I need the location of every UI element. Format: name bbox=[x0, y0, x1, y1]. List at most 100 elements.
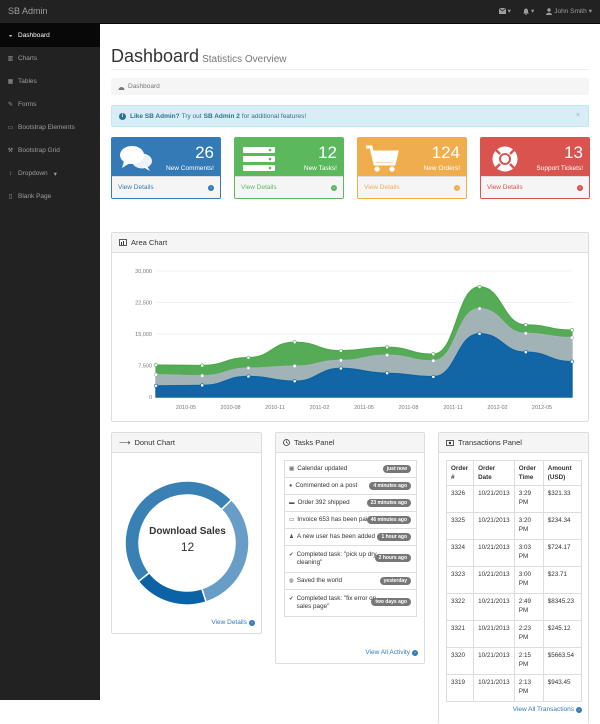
view-details-link[interactable]: View Details › bbox=[112, 176, 220, 198]
bar-chart-icon bbox=[119, 239, 127, 246]
caret-icon: ▾ bbox=[507, 8, 511, 15]
view-all-activity-link[interactable]: View All Activity › bbox=[365, 649, 418, 656]
x-tick-label: 2012-02 bbox=[487, 405, 507, 411]
view-details-label: View Details bbox=[241, 184, 277, 191]
data-point[interactable] bbox=[477, 284, 482, 289]
data-point[interactable] bbox=[246, 374, 251, 379]
task-text: Order 392 shipped bbox=[297, 499, 350, 506]
table-row[interactable]: 3319 10/21/2013 2:13 PM $943.45 bbox=[445, 674, 583, 702]
data-point[interactable] bbox=[570, 359, 574, 364]
data-point[interactable] bbox=[570, 335, 574, 340]
sidebar-item-charts[interactable]: ▥ Charts bbox=[0, 47, 100, 70]
view-all-transactions-link[interactable]: View All Transactions › bbox=[513, 706, 582, 713]
data-point[interactable] bbox=[338, 348, 343, 353]
table-row[interactable]: 3321 10/21/2013 2:23 PM $245.12 bbox=[445, 620, 583, 648]
data-point[interactable] bbox=[338, 358, 343, 363]
clock-icon bbox=[283, 439, 290, 446]
stat-card: 12 New Tasks! View Details › bbox=[234, 137, 344, 199]
alert-link[interactable]: SB Admin 2 bbox=[204, 113, 240, 120]
data-point[interactable] bbox=[385, 353, 390, 358]
view-details-link[interactable]: View Details › bbox=[481, 176, 589, 198]
task-text: Completed task: "fix error on sales page… bbox=[296, 595, 377, 610]
sidebar-item-dropdown[interactable]: ↕ Dropdown ▾ bbox=[0, 162, 100, 185]
data-point[interactable] bbox=[477, 306, 482, 311]
close-icon[interactable]: × bbox=[576, 112, 580, 119]
arrow-circle-right-icon: › bbox=[454, 184, 460, 191]
data-point[interactable] bbox=[200, 363, 205, 368]
task-item[interactable]: ▬ Order 392 shipped 23 minutes ago bbox=[284, 494, 417, 512]
data-point[interactable] bbox=[292, 364, 297, 368]
sidebar-item-label: Dropdown bbox=[18, 170, 48, 177]
task-item[interactable]: ◍ Saved the world yesterday bbox=[284, 572, 417, 590]
table-row[interactable]: 3325 10/21/2013 3:20 PM $234.34 bbox=[445, 512, 583, 540]
data-point[interactable] bbox=[431, 352, 436, 357]
donut-center-value: 12 bbox=[180, 540, 195, 554]
data-point[interactable] bbox=[154, 372, 158, 377]
task-item[interactable]: ▭ Invoice 653 has been paid 46 minutes ago bbox=[284, 511, 417, 529]
data-point[interactable] bbox=[385, 371, 390, 376]
task-item[interactable]: ♟ A new user has been added 1 hour ago bbox=[284, 528, 417, 546]
view-details-link[interactable]: View Details › bbox=[235, 176, 343, 198]
task-text: A new user has been added bbox=[296, 533, 376, 540]
table-row[interactable]: 3320 10/21/2013 2:15 PM $5663.54 bbox=[445, 647, 583, 675]
sidebar-item-bootstrap-elements[interactable]: ▭ Bootstrap Elements bbox=[0, 116, 100, 139]
data-point[interactable] bbox=[523, 350, 528, 355]
edit-icon: ✎ bbox=[7, 102, 14, 108]
task-item[interactable]: ● Commented on a post 4 minutes ago bbox=[284, 477, 417, 495]
data-point[interactable] bbox=[477, 331, 482, 336]
caret-icon: ▾ bbox=[588, 8, 592, 15]
messages-dropdown[interactable]: ▾ bbox=[498, 7, 511, 15]
table-row[interactable]: 3326 10/21/2013 3:29 PM $321.33 bbox=[445, 485, 583, 513]
y-tick-label: 22,500 bbox=[135, 301, 152, 307]
data-point[interactable] bbox=[570, 328, 574, 332]
task-item[interactable]: ✔ Completed task: "pick up dry cleaning" 2… bbox=[284, 545, 417, 573]
area-chart-panel: Area Chart 30,000 22,500 15,000 7,500 0 2010-… bbox=[111, 232, 589, 422]
data-point[interactable] bbox=[338, 366, 343, 371]
donut-slice[interactable] bbox=[137, 571, 208, 606]
shopping-cart-icon bbox=[365, 145, 399, 175]
sidebar-item-blank-page[interactable]: ▯ Blank Page bbox=[0, 185, 100, 208]
sidebar-item-forms[interactable]: ✎ Forms bbox=[0, 93, 100, 116]
view-details-link[interactable]: View Details › bbox=[358, 176, 466, 198]
sidebar-item-tables[interactable]: ▦ Tables bbox=[0, 70, 100, 93]
page-title: Dashboard Statistics Overview bbox=[111, 46, 287, 67]
y-tick-label: 0 bbox=[149, 395, 152, 401]
alerts-dropdown[interactable]: ▾ bbox=[522, 7, 534, 15]
data-point[interactable] bbox=[523, 331, 528, 336]
bell-icon bbox=[522, 8, 529, 15]
data-point[interactable] bbox=[246, 366, 251, 370]
table-cell: 3324 bbox=[445, 539, 475, 567]
x-tick-label: 2010-11 bbox=[265, 405, 285, 411]
check-icon: ✔ bbox=[289, 596, 294, 602]
table-cell: $943.45 bbox=[542, 674, 583, 702]
task-text: Completed task: "pick up dry cleaning" bbox=[296, 551, 377, 566]
task-item[interactable]: ✔ Completed task: "fix error on sales pag… bbox=[284, 589, 417, 617]
data-point[interactable] bbox=[431, 358, 436, 363]
data-point[interactable] bbox=[154, 383, 158, 388]
data-point[interactable] bbox=[246, 355, 251, 360]
table-row[interactable]: 3322 10/21/2013 2:49 PM $8345.23 bbox=[445, 593, 583, 621]
divider bbox=[111, 69, 589, 70]
user-dropdown[interactable]: John Smith ▾ bbox=[546, 7, 592, 15]
table-cell: 3320 bbox=[445, 647, 475, 675]
data-point[interactable] bbox=[154, 363, 158, 367]
table-cell: 10/21/2013 bbox=[473, 485, 515, 513]
data-point[interactable] bbox=[292, 340, 297, 345]
sidebar-item-bootstrap-grid[interactable]: ⚒ Bootstrap Grid bbox=[0, 139, 100, 162]
data-point[interactable] bbox=[523, 322, 528, 327]
table-row[interactable]: 3323 10/21/2013 3:00 PM $23.71 bbox=[445, 566, 583, 594]
table-row[interactable]: 3324 10/21/2013 3:03 PM $724.17 bbox=[445, 539, 583, 567]
breadcrumb-item: Dashboard bbox=[128, 83, 160, 90]
data-point[interactable] bbox=[200, 383, 205, 388]
data-point[interactable] bbox=[431, 374, 436, 379]
view-details-link[interactable]: View Details › bbox=[211, 619, 255, 626]
calendar-icon: ▦ bbox=[289, 466, 295, 472]
task-item[interactable]: ▦ Calendar updated just now bbox=[284, 460, 417, 478]
stat-card-heading: 26 New Comments! bbox=[112, 138, 220, 176]
data-point[interactable] bbox=[385, 345, 390, 350]
data-point[interactable] bbox=[292, 379, 297, 384]
sidebar-item-dashboard[interactable]: ◒ Dashboard bbox=[0, 24, 100, 47]
table-cell: 3325 bbox=[445, 512, 475, 540]
data-point[interactable] bbox=[200, 373, 205, 378]
brand-link[interactable]: SB Admin bbox=[8, 6, 48, 16]
